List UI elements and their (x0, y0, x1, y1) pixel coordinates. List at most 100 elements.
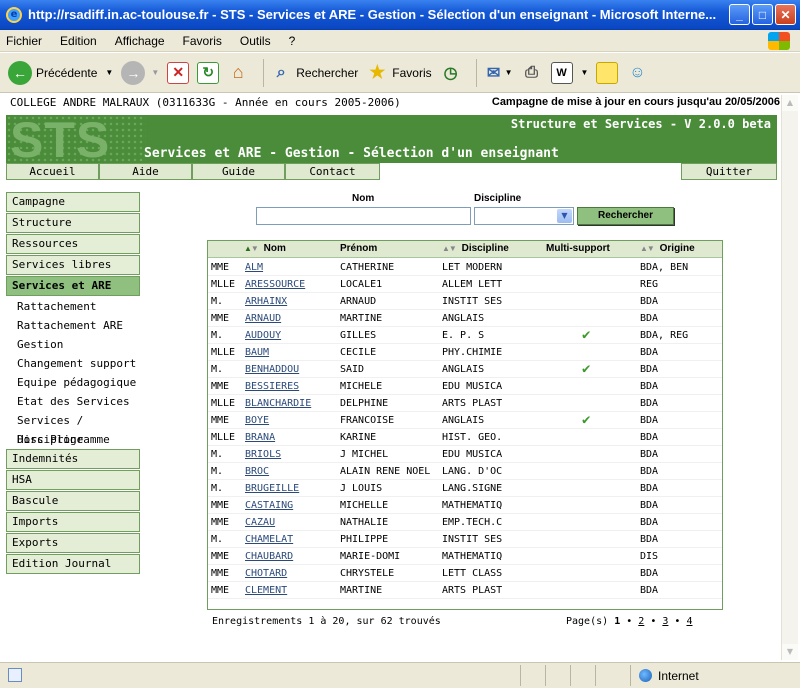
menu-help[interactable]: ? (289, 34, 296, 48)
sidebar-sub-hors-programme[interactable]: Hors Programme (6, 430, 140, 449)
cell-nom-link[interactable]: BOYE (245, 415, 269, 426)
messenger-button[interactable]: ☺ (626, 62, 648, 84)
search-button[interactable]: ⌕ Rechercher (270, 62, 359, 84)
cell-origine: BDA (640, 568, 659, 579)
sidebar-item-structure[interactable]: Structure (6, 213, 140, 233)
cell-nom-link[interactable]: CLEMENT (245, 585, 287, 596)
cell-origine: REG (640, 279, 659, 290)
cell-discipline: ARTS PLAST (442, 585, 503, 596)
column-nom[interactable]: ▲▼ Nom (244, 243, 286, 254)
page-link-2[interactable]: 2 (638, 616, 644, 627)
cell-nom-link[interactable]: CHOTARD (245, 568, 287, 579)
table-row: MME CASTAING MICHELLE MATHEMATIQ BDA (208, 497, 722, 514)
favorites-button[interactable]: ★ Favoris (366, 62, 431, 84)
sidebar-sub-etat-services[interactable]: Etat des Services (6, 392, 140, 411)
cell-prenom: CHRYSTELE (340, 568, 395, 579)
menu-edition[interactable]: Edition (60, 34, 97, 48)
cell-nom-link[interactable]: BRUGEILLE (245, 483, 299, 494)
sidebar-item-indemnites[interactable]: Indemnités (6, 449, 140, 469)
back-button[interactable]: ← Précédente ▼ (8, 60, 113, 85)
tab-aide[interactable]: Aide (99, 163, 192, 180)
tab-contact[interactable]: Contact (285, 163, 380, 180)
home-button[interactable]: ⌂ (227, 62, 249, 84)
cell-nom-link[interactable]: CHAUBARD (245, 551, 293, 562)
cell-nom-link[interactable]: ARNAUD (245, 313, 281, 324)
scroll-up-icon[interactable]: ▲ (782, 95, 798, 111)
cell-nom-link[interactable]: CASTAING (245, 500, 293, 511)
sidebar-item-imports[interactable]: Imports (6, 512, 140, 532)
cell-nom-link[interactable]: ALM (245, 262, 263, 273)
menu-affichage[interactable]: Affichage (115, 34, 165, 48)
rechercher-button[interactable]: Rechercher (577, 207, 674, 225)
menu-outils[interactable]: Outils (240, 34, 271, 48)
cell-nom-link[interactable]: BLANCHARDIE (245, 398, 311, 409)
mail-button[interactable]: ✉ ▼ (483, 62, 513, 84)
cell-nom-link[interactable]: CHAMELAT (245, 534, 293, 545)
cell-nom-link[interactable]: CAZAU (245, 517, 275, 528)
dropdown-arrow-icon[interactable]: ▼ (505, 68, 513, 77)
edit-button[interactable]: W ▼ (550, 61, 589, 84)
cell-origine: BDA (640, 534, 659, 545)
cell-civilite: MME (211, 313, 230, 324)
sidebar-sub-gestion[interactable]: Gestion (6, 335, 140, 354)
stop-button[interactable]: ✕ (167, 61, 190, 84)
cell-nom-link[interactable]: AUDOUY (245, 330, 281, 341)
dropdown-arrow-icon[interactable]: ▼ (105, 68, 113, 77)
dropdown-arrow-icon[interactable]: ▼ (151, 68, 159, 77)
minimize-button[interactable]: _ (729, 4, 750, 25)
dropdown-arrow-icon[interactable]: ▼ (581, 68, 589, 77)
sidebar-sub-equipe-pedagogique[interactable]: Equipe pédagogique (6, 373, 140, 392)
sidebar-sub-services-discipline[interactable]: Services / Discipline (6, 411, 140, 446)
sidebar-item-services-libres[interactable]: Services libres (6, 255, 140, 275)
vertical-scrollbar[interactable]: ▲ ▼ (781, 95, 798, 660)
sidebar-item-exports[interactable]: Exports (6, 533, 140, 553)
menu-fichier[interactable]: Fichier (6, 34, 42, 48)
column-origine[interactable]: ▲▼ Origine (640, 243, 695, 254)
cell-nom-link[interactable]: BESSIERES (245, 381, 299, 392)
sidebar-item-ressources[interactable]: Ressources (6, 234, 140, 254)
print-button[interactable]: ⎙ (521, 62, 543, 84)
chevron-down-icon[interactable]: ▼ (557, 209, 572, 223)
history-button[interactable]: ◷ (440, 62, 462, 84)
nom-input[interactable] (256, 207, 471, 225)
sidebar-item-services-are[interactable]: Services et ARE (6, 276, 140, 296)
refresh-button[interactable]: ↻ (197, 61, 220, 84)
tab-guide[interactable]: Guide (192, 163, 285, 180)
sidebar-item-campagne[interactable]: Campagne (6, 192, 140, 212)
cell-nom-link[interactable]: ARHAINX (245, 296, 287, 307)
sidebar-sub-changement-support[interactable]: Changement support (6, 354, 140, 373)
sidebar-sub-rattachement-are[interactable]: Rattachement ARE (6, 316, 140, 335)
window-title: http://rsadiff.in.ac-toulouse.fr - STS -… (28, 7, 717, 22)
cell-nom-link[interactable]: BENHADDOU (245, 364, 299, 375)
discipline-select[interactable]: ▼ (474, 207, 574, 225)
discipline-label: Discipline (474, 193, 522, 204)
column-discipline[interactable]: ▲▼ Discipline (442, 243, 509, 254)
sidebar-sub-rattachement[interactable]: Rattachement (6, 297, 140, 316)
page-link-4[interactable]: 4 (686, 616, 692, 627)
maximize-button[interactable]: □ (752, 4, 773, 25)
page-link-3[interactable]: 3 (662, 616, 668, 627)
close-button[interactable]: ✕ (775, 4, 796, 25)
cell-discipline: EMP.TECH.C (442, 517, 503, 528)
tab-quitter[interactable]: Quitter (681, 163, 777, 180)
cell-nom-link[interactable]: ARESSOURCE (245, 279, 305, 290)
tab-accueil[interactable]: Accueil (6, 163, 99, 180)
menu-favoris[interactable]: Favoris (183, 34, 222, 48)
cell-nom-link[interactable]: BRANA (245, 432, 275, 443)
page-title: Services et ARE - Gestion - Sélection d'… (144, 146, 559, 161)
sidebar-item-hsa[interactable]: HSA (6, 470, 140, 490)
records-count: Enregistrements 1 à 20, sur 62 trouvés (212, 616, 441, 627)
scroll-down-icon[interactable]: ▼ (782, 644, 798, 660)
cell-nom-link[interactable]: BROC (245, 466, 269, 477)
sidebar-item-bascule[interactable]: Bascule (6, 491, 140, 511)
sort-arrows-icon[interactable]: ▲▼ (640, 244, 655, 253)
forward-button[interactable]: → ▼ (121, 60, 159, 85)
sort-arrows-icon[interactable]: ▲▼ (244, 244, 259, 253)
sidebar-item-edition-journal[interactable]: Edition Journal (6, 554, 140, 574)
sort-arrows-icon[interactable]: ▲▼ (442, 244, 457, 253)
cell-nom-link[interactable]: BRIOLS (245, 449, 281, 460)
forward-arrow-icon: → (121, 60, 146, 85)
discuss-button[interactable] (596, 61, 619, 84)
cell-nom-link[interactable]: BAUM (245, 347, 269, 358)
cell-discipline: LANG. D'OC (442, 466, 503, 477)
